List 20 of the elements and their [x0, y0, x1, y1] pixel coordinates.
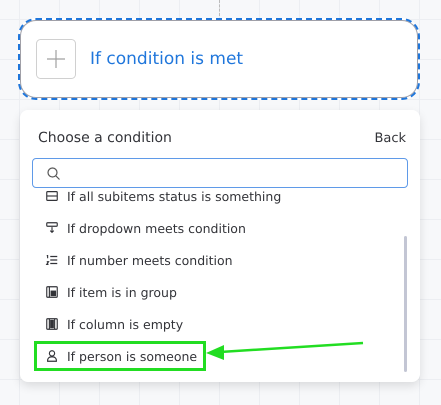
condition-item[interactable]: If all subitems status is something: [34, 190, 290, 211]
menu-title: Choose a condition: [38, 130, 172, 146]
condition-item[interactable]: If dropdown meets condition: [34, 213, 255, 243]
back-link[interactable]: Back: [374, 130, 406, 146]
condition-item[interactable]: If number meets condition: [34, 245, 242, 275]
column-icon: [45, 317, 59, 331]
node-title: If condition is met: [90, 49, 244, 69]
numbered-list-icon: [45, 253, 59, 267]
scrollbar[interactable]: [404, 236, 407, 372]
search-icon: [47, 166, 60, 180]
group-icon: [45, 285, 59, 299]
condition-item[interactable]: If person is someone: [34, 341, 206, 371]
condition-item[interactable]: If column is empty: [34, 309, 192, 339]
table-icon: [45, 190, 59, 203]
dropdown-icon: [45, 221, 59, 235]
plus-icon[interactable]: [36, 39, 76, 79]
search-field[interactable]: [32, 158, 408, 188]
person-icon: [45, 349, 59, 363]
condition-item[interactable]: If item is in group: [34, 277, 186, 307]
condition-node[interactable]: If condition is met: [18, 18, 420, 100]
